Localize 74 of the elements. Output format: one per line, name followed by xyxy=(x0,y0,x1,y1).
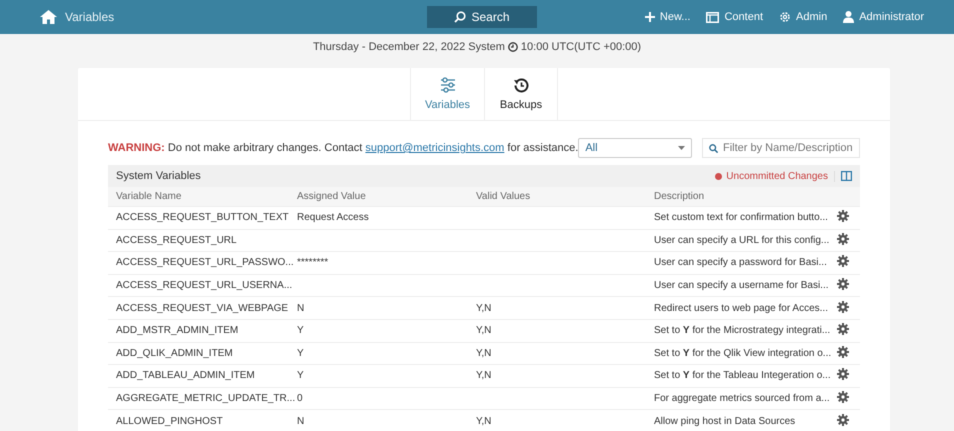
table-cell-text: Request Access xyxy=(297,212,370,224)
window-icon xyxy=(706,12,720,22)
uncommitted-status[interactable]: Uncommitted Changes xyxy=(715,170,835,182)
time-text: 10:00 UTC(UTC +00:00) xyxy=(520,41,642,53)
settings-icon[interactable] xyxy=(837,278,849,290)
caret-icon xyxy=(678,146,685,150)
table-cell-text: ALLOWED_PINGHOST xyxy=(116,416,224,427)
nav-link[interactable]: New... xyxy=(644,11,690,23)
tab[interactable]: Backups xyxy=(484,68,558,120)
table-cell-text: Y,N xyxy=(476,416,492,427)
table-cell-text: 0 xyxy=(297,393,304,404)
search-icon xyxy=(709,142,718,154)
table-cell-text: Set to Y for the Tableau Integeration o... xyxy=(654,370,832,382)
settings-icon[interactable] xyxy=(837,346,849,358)
sliders-icon xyxy=(440,77,454,93)
table-cell-text: ACCESS_REQUEST_BUTTON_TEXT xyxy=(116,212,290,224)
settings-icon[interactable] xyxy=(837,414,849,426)
search-button[interactable]: Search xyxy=(427,6,537,28)
date-text: Thursday - December 22, 2022 System xyxy=(312,41,505,53)
table-cell-text: ADD_MSTR_ADMIN_ITEM xyxy=(116,325,240,336)
columns-icon[interactable] xyxy=(841,171,852,181)
table-cell-text: Set to Y for the Qlik View integration o... xyxy=(654,348,832,359)
filter-field[interactable]: Filter by Name/Description xyxy=(702,138,860,158)
column-header: Variable Name xyxy=(116,191,182,202)
table-cell-text: ACCESS_REQUEST_VIA_WEBPAGE xyxy=(116,302,290,314)
nav-link[interactable]: Admin xyxy=(779,11,828,23)
nav-link[interactable]: Content xyxy=(706,11,764,23)
clock-icon xyxy=(508,42,518,52)
gear-icon xyxy=(779,11,792,23)
table-cell-text: ACCESS_REQUEST_URL xyxy=(116,234,238,246)
history-icon xyxy=(514,78,528,92)
column-header: Valid Values xyxy=(476,191,532,202)
table-cell-text: User can specify a username for Basi... xyxy=(654,280,830,292)
table-cell-text: ACCESS_REQUEST_URL_USERNA... xyxy=(116,280,294,292)
table-cell-text: N xyxy=(297,416,306,427)
search-icon xyxy=(454,11,466,23)
warning-message: WARNING: Do not make arbitrary changes. Contact support@metricinsights.com for assistance. xyxy=(108,142,578,154)
table-cell-text: ACCESS_REQUEST_URL_PASSWO... xyxy=(116,257,295,268)
table-cell-text: Y,N xyxy=(476,302,492,314)
table-cell-text: User can specify a URL for this config... xyxy=(654,234,830,246)
table-cell-text: Set to Y for the Microstrategy integrati... xyxy=(654,325,832,336)
settings-icon[interactable] xyxy=(837,391,849,404)
table-cell-text: Y,N xyxy=(476,370,492,382)
table-cell-text: User can specify a password for Basi... xyxy=(654,257,828,268)
column-header: Description xyxy=(654,191,706,202)
settings-icon[interactable] xyxy=(837,368,849,380)
column-header: Assigned Value xyxy=(297,191,367,202)
support-link[interactable]: support@metricinsights.com xyxy=(365,142,504,154)
table-cell-text: Y xyxy=(297,325,305,336)
nav-link[interactable]: Administrator xyxy=(843,11,924,23)
table-cell-text: Y xyxy=(297,370,305,382)
table-cell-text: AGGREGATE_METRIC_UPDATE_TR... xyxy=(116,393,296,404)
home-icon[interactable] xyxy=(40,10,57,24)
table-cell-text: Y,N xyxy=(476,348,492,359)
settings-icon[interactable] xyxy=(837,255,849,268)
table-cell-text: For aggregate metrics sourced from a... xyxy=(654,393,831,404)
table-title: System Variables xyxy=(116,170,202,182)
table-cell-text: N xyxy=(297,302,306,314)
filter-dropdown[interactable]: All xyxy=(578,138,692,158)
page-title: Variables xyxy=(65,10,114,24)
table-cell-text: Y,N xyxy=(476,325,492,336)
table-cell-text: Redirect users to web page for Acces... xyxy=(654,302,829,314)
table-cell-text: ******** xyxy=(297,257,330,268)
settings-icon[interactable] xyxy=(837,323,849,336)
table-cell-text: ADD_QLIK_ADMIN_ITEM xyxy=(116,348,234,359)
user-icon xyxy=(843,11,854,23)
table-cell-text: Set custom text for confirmation butto... xyxy=(654,212,829,224)
plus-icon xyxy=(644,12,655,22)
settings-icon[interactable] xyxy=(837,300,849,313)
table-cell-text: Y xyxy=(297,348,305,359)
settings-icon[interactable] xyxy=(837,210,849,222)
table-cell-text: Allow ping host in Data Sources xyxy=(654,416,796,427)
table-cell-text: ADD_TABLEAU_ADMIN_ITEM xyxy=(116,370,256,382)
settings-icon[interactable] xyxy=(837,232,849,245)
